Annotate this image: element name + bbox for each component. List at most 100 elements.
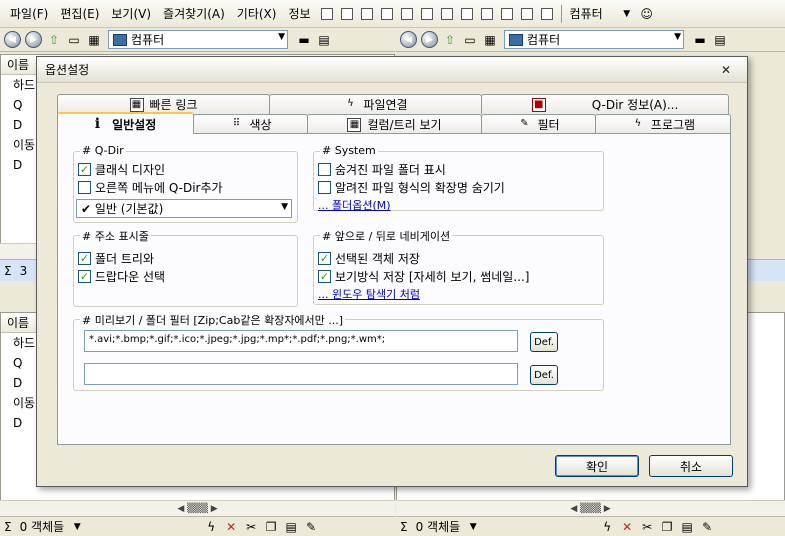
menu-view[interactable]: 보기(V) <box>105 5 157 22</box>
left-nav-bar: ◀ ▶ ⇧ ▭ ▦ 컴퓨터 ▼ ▬ ▤ <box>0 28 395 52</box>
left-bottom-scrollbar[interactable]: ◀ ▒▒▒ ▶ <box>0 500 395 516</box>
tab-file-association[interactable]: ϟ 파일연결 <box>269 94 482 114</box>
tab-colors[interactable]: ⠿ 색상 <box>193 114 308 134</box>
option-folder-tree[interactable]: ✓ 폴더 트리와 <box>78 250 154 267</box>
tab-general-settings[interactable]: i 일반설정 <box>57 112 194 134</box>
folder-icon[interactable]: ▭ <box>462 32 478 48</box>
forward-icon[interactable]: ▶ <box>25 31 42 48</box>
monitor-icon[interactable]: ▬ <box>296 32 312 48</box>
menu-extra[interactable]: 기타(X) <box>231 5 283 22</box>
tab-program[interactable]: ϟ 프로그램 <box>595 114 731 134</box>
checkbox[interactable]: ✓ <box>318 270 331 283</box>
copy-icon[interactable]: ❐ <box>264 520 278 534</box>
chevron-down-icon[interactable]: ▼ <box>278 32 285 42</box>
delete-icon[interactable]: ✕ <box>224 520 238 534</box>
user-icon[interactable]: ☺ <box>639 6 655 22</box>
tab-label: 색상 <box>249 118 272 132</box>
up-folder-icon[interactable]: ⇧ <box>46 32 62 48</box>
checkbox[interactable]: ✓ <box>78 252 91 265</box>
layout-3-icon[interactable] <box>380 7 393 20</box>
layout-11-icon[interactable] <box>540 7 553 20</box>
layout-9-icon[interactable] <box>500 7 513 20</box>
dialog-title-bar[interactable]: 옵션설정 ✕ <box>37 57 747 83</box>
folder-icon[interactable]: ▭ <box>66 32 82 48</box>
toolbar-separator <box>560 4 562 23</box>
option-save-selected[interactable]: ✓ 선택된 객체 저장 <box>318 250 420 267</box>
option-hide-extensions[interactable]: 알려진 파일 형식의 확장명 숨기기 <box>318 179 505 196</box>
checkbox[interactable] <box>318 181 331 194</box>
chevron-down-icon[interactable]: ▼ <box>674 32 681 42</box>
back-icon[interactable]: ◀ <box>400 31 417 48</box>
menu-info[interactable]: 정보 <box>282 5 316 22</box>
tab-filter[interactable]: ✎ 필터 <box>481 114 596 134</box>
network-icon[interactable]: ▤ <box>712 32 728 48</box>
like-windows-explorer-link[interactable]: ... 윈도우 탐색기 처럼 <box>318 286 420 302</box>
chevron-down-icon[interactable]: ▼ <box>466 520 480 534</box>
folder-options-link[interactable]: ... 폴더옵션(M) <box>318 197 391 213</box>
checkbox[interactable] <box>78 181 91 194</box>
option-dropdown-select[interactable]: ✓ 드랍다운 선택 <box>78 268 165 285</box>
chevron-down-icon[interactable]: ▼ <box>281 202 288 212</box>
copy-icon[interactable]: ❐ <box>660 520 674 534</box>
cut-icon[interactable]: ✂ <box>640 520 654 534</box>
checkbox[interactable] <box>318 163 331 176</box>
tab-label: 빠른 링크 <box>149 98 198 112</box>
layout-grid-icon[interactable] <box>320 7 333 20</box>
back-icon[interactable]: ◀ <box>4 31 21 48</box>
ok-button[interactable]: 확인 <box>555 455 639 477</box>
layout-6-icon[interactable] <box>440 7 453 20</box>
delete-icon[interactable]: ✕ <box>620 520 634 534</box>
def-button-2[interactable]: Def. <box>530 365 558 385</box>
left-address-bar[interactable]: 컴퓨터 ▼ <box>108 30 288 49</box>
folder-filter-input[interactable] <box>84 363 518 385</box>
up-folder-icon[interactable]: ⇧ <box>442 32 458 48</box>
def-button-1[interactable]: Def. <box>530 332 558 352</box>
right-status-bar: Σ 0 객체들 ▼ ϟ ✕ ✂ ❐ ▤ ✎ <box>396 516 785 536</box>
close-icon[interactable]: ✕ <box>717 61 735 79</box>
group-title: # 주소 표시줄 <box>80 228 151 244</box>
layout-2-icon[interactable] <box>360 7 373 20</box>
layout-8-icon[interactable] <box>480 7 493 20</box>
checkbox[interactable]: ✓ <box>78 270 91 283</box>
view-mode-icon[interactable]: ▦ <box>86 32 102 48</box>
option-label: 알려진 파일 형식의 확장명 숨기기 <box>335 181 505 195</box>
lightning-icon[interactable]: ϟ <box>204 520 218 534</box>
tab-quick-links[interactable]: ▦ 빠른 링크 <box>57 94 270 114</box>
paste-icon[interactable]: ▤ <box>680 520 694 534</box>
layout-1-icon[interactable] <box>340 7 353 20</box>
checkbox[interactable]: ✓ <box>78 163 91 176</box>
menubar-computer-label[interactable]: 컴퓨터 <box>570 5 603 22</box>
general-settings-panel: # Q-Dir ✓ 클래식 디자인 오른쪽 메뉴에 Q-Dir추가 ✔ 일반 (… <box>57 133 731 445</box>
layout-4-icon[interactable] <box>400 7 413 20</box>
design-mode-select[interactable]: ✔ 일반 (기본값) ▼ <box>76 199 292 218</box>
edit-icon[interactable]: ✎ <box>304 520 318 534</box>
menu-favorites[interactable]: 즐겨찾기(A) <box>157 5 231 22</box>
cancel-button[interactable]: 취소 <box>649 455 733 477</box>
cut-icon[interactable]: ✂ <box>244 520 258 534</box>
right-bottom-scrollbar[interactable]: ◀ ▒▒▒ ▶ <box>396 500 785 516</box>
network-icon[interactable]: ▤ <box>316 32 332 48</box>
view-mode-icon[interactable]: ▦ <box>482 32 498 48</box>
tab-column-tree-view[interactable]: ▦ 컬럼/트리 보기 <box>307 114 482 134</box>
edit-icon[interactable]: ✎ <box>700 520 714 534</box>
option-save-view-mode[interactable]: ✓ 보기방식 저장 [자세히 보기, 썸네일...] <box>318 268 529 285</box>
tab-qdir-info[interactable]: ■ Q-Dir 정보(A)... <box>481 94 729 114</box>
menu-edit[interactable]: 편집(E) <box>54 5 105 22</box>
forward-icon[interactable]: ▶ <box>421 31 438 48</box>
chevron-down-icon[interactable]: ▼ <box>70 520 84 534</box>
option-add-context-menu[interactable]: 오른쪽 메뉴에 Q-Dir추가 <box>78 179 223 196</box>
paste-icon[interactable]: ▤ <box>284 520 298 534</box>
layout-5-icon[interactable] <box>420 7 433 20</box>
option-show-hidden-files[interactable]: 숨겨진 파일 폴더 표시 <box>318 161 446 178</box>
checkbox[interactable]: ✓ <box>318 252 331 265</box>
monitor-icon[interactable]: ▬ <box>692 32 708 48</box>
info-box-icon: ■ <box>531 97 546 112</box>
menu-file[interactable]: 파일(F) <box>4 5 54 22</box>
layout-7-icon[interactable] <box>460 7 473 20</box>
option-classic-design[interactable]: ✓ 클래식 디자인 <box>78 161 165 178</box>
lightning-icon[interactable]: ϟ <box>600 520 614 534</box>
layout-10-icon[interactable] <box>520 7 533 20</box>
preview-filter-input[interactable]: *.avi;*.bmp;*.gif;*.ico;*.jpeg;*.jpg;*.m… <box>84 330 518 352</box>
chevron-down-icon[interactable]: ▼ <box>619 6 635 22</box>
right-address-bar[interactable]: 컴퓨터 ▼ <box>504 30 684 49</box>
